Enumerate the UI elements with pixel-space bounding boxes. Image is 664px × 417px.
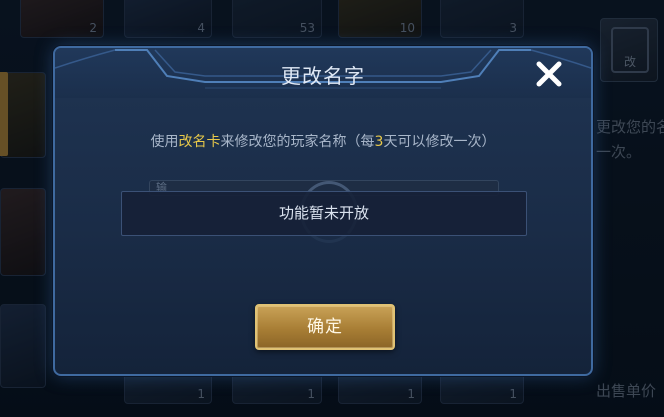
item-count: 1: [407, 387, 415, 401]
feature-unavailable-notice: 功能暂未开放: [121, 191, 527, 236]
desc-suffix: 天可以修改一次）: [383, 134, 496, 150]
rename-description: 使用改名卡来修改您的玩家名称（每3天可以修改一次）: [55, 131, 591, 151]
item-count: 1: [307, 387, 315, 401]
close-button[interactable]: [533, 58, 565, 90]
inventory-slot[interactable]: 1: [338, 372, 422, 404]
item-count: 1: [509, 387, 517, 401]
desc-middle: 来修改您的玩家名称（每: [220, 134, 375, 150]
rename-card-preview: 改: [600, 18, 658, 82]
inventory-slot[interactable]: [0, 304, 46, 388]
sell-price-label: 出售单价: [596, 382, 657, 400]
item-count: 10: [399, 21, 415, 35]
item-count: 4: [197, 21, 205, 35]
side-description-line: 一次。: [596, 143, 642, 161]
confirm-button[interactable]: 确定: [255, 304, 395, 350]
inventory-slot[interactable]: 53: [232, 0, 322, 38]
inventory-slot[interactable]: 3: [440, 0, 524, 38]
card-seal-icon: 改: [611, 27, 649, 73]
item-count: 53: [299, 21, 315, 35]
inventory-slot[interactable]: 2: [20, 0, 104, 38]
rename-dialog: 更改名字 使用改名卡来修改您的玩家名称（每3天可以修改一次） 输 功能暂未开放 …: [53, 46, 593, 376]
close-icon: [536, 61, 562, 87]
side-description-line: 更改您的名: [596, 118, 664, 136]
desc-prefix: 使用: [150, 134, 179, 150]
inventory-slot[interactable]: 1: [232, 372, 322, 404]
item-count: 2: [89, 21, 97, 35]
inventory-slot[interactable]: [0, 188, 46, 276]
item-count: 3: [509, 21, 517, 35]
rename-card-link: 改名卡: [178, 134, 221, 150]
inventory-slot[interactable]: 1: [440, 372, 524, 404]
selected-marker: [0, 72, 8, 156]
dialog-title: 更改名字: [281, 64, 365, 88]
inventory-slot[interactable]: 10: [338, 0, 422, 38]
inventory-slot[interactable]: 1: [124, 372, 212, 404]
inventory-slot[interactable]: 4: [124, 0, 212, 38]
item-count: 1: [197, 387, 205, 401]
